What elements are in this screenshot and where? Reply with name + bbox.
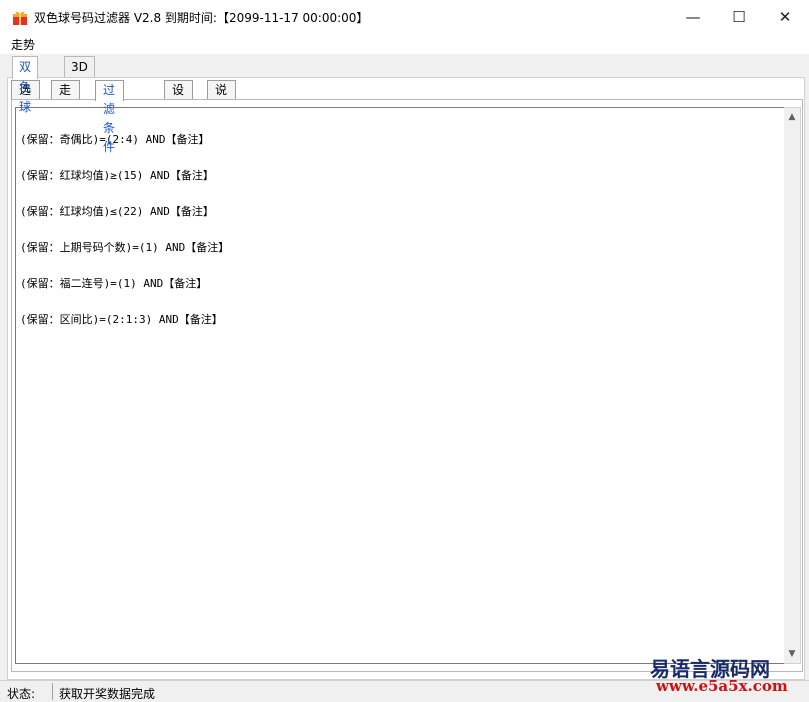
tab-filter-conditions[interactable]: 过滤条件: [95, 80, 125, 154]
vertical-scrollbar[interactable]: ▲ ▼: [784, 107, 801, 664]
condition-line: (保留：奇偶比)=(2:4) AND【备注】: [20, 133, 210, 146]
filter-conditions-textarea[interactable]: (保留：奇偶比)=(2:4) AND【备注】 (保留：红球均值)≥(15) AN…: [15, 107, 785, 664]
tab-3d-selection[interactable]: 3D选号: [64, 56, 95, 114]
condition-lines: (保留：奇偶比)=(2:4) AND【备注】 (保留：红球均值)≥(15) AN…: [20, 110, 229, 350]
condition-line: (保留：红球均值)≥(15) AND【备注】: [20, 169, 214, 182]
window-title: 双色球号码过滤器 V2.8 到期时间:【2099-11-17 00:00:00】: [34, 11, 369, 25]
gift-box-icon: [13, 11, 27, 25]
maximize-button[interactable]: ☐: [716, 0, 762, 34]
tab-settings[interactable]: 设置: [164, 80, 194, 116]
tab-shuangseqiu[interactable]: 双色球: [12, 56, 39, 114]
tab-instructions[interactable]: 说明: [207, 80, 237, 116]
watermark-url: www.e5a5x.com: [656, 677, 788, 695]
tab-trend[interactable]: 走势: [51, 80, 81, 116]
title-bar[interactable]: 双色球号码过滤器 V2.8 到期时间:【2099-11-17 00:00:00】…: [0, 0, 809, 35]
watermark: 易语言源码网 www.e5a5x.com: [650, 653, 800, 695]
condition-line: (保留：红球均值)≤(22) AND【备注】: [20, 205, 214, 218]
status-text: 获取开奖数据完成: [59, 687, 156, 701]
condition-line: (保留：上期号码个数)=(1) AND【备注】: [20, 241, 230, 254]
menu-item-trend[interactable]: 走势: [11, 36, 35, 53]
condition-line: (保留：区间比)=(2:1:3) AND【备注】: [20, 313, 223, 326]
close-button[interactable]: ✕: [762, 0, 808, 34]
minimize-button[interactable]: —: [670, 0, 716, 34]
condition-line: (保留：福二连号)=(1) AND【备注】: [20, 277, 208, 290]
scroll-up-arrow-icon[interactable]: ▲: [784, 110, 800, 124]
app-window: 双色球号码过滤器 V2.8 到期时间:【2099-11-17 00:00:00】…: [0, 0, 809, 702]
status-label: 状态:: [7, 687, 36, 701]
menu-bar: 走势: [0, 34, 809, 54]
status-divider: [52, 683, 53, 700]
